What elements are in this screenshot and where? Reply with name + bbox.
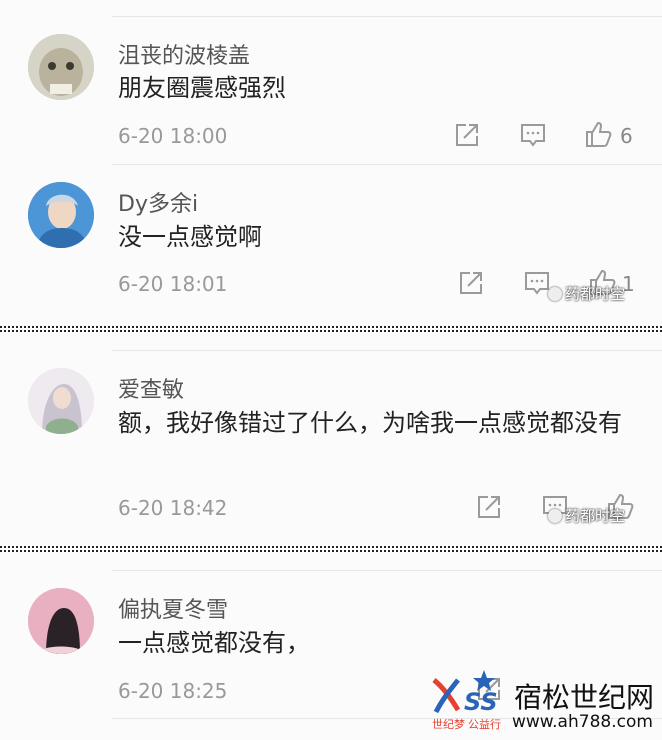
comment-timestamp: 6-20 18:01 xyxy=(118,272,228,296)
share-icon[interactable] xyxy=(476,494,502,520)
avatar-image xyxy=(28,182,94,248)
comment-text: 没一点感觉啊 xyxy=(118,223,262,251)
like-icon[interactable] xyxy=(584,120,612,148)
wechat-icon xyxy=(548,509,562,523)
avatar[interactable] xyxy=(28,368,94,434)
comment-timestamp: 6-20 18:25 xyxy=(118,679,228,703)
avatar-image xyxy=(28,368,94,434)
comment-icon[interactable] xyxy=(520,122,546,148)
avatar-image xyxy=(28,34,94,100)
share-icon[interactable] xyxy=(458,270,484,296)
share-icon[interactable] xyxy=(454,122,480,148)
avatar[interactable] xyxy=(28,182,94,248)
watermark: 药都时空 xyxy=(548,283,625,304)
divider xyxy=(112,350,662,351)
wechat-icon xyxy=(548,287,562,301)
brand-name: 宿松世纪网 xyxy=(514,681,655,714)
comment-timestamp: 6-20 18:00 xyxy=(118,124,228,148)
divider xyxy=(112,16,662,17)
like-count: 6 xyxy=(620,124,633,148)
brand-tag-1: 世纪梦 xyxy=(432,718,465,731)
comment-text: 朋友圈震感强烈 xyxy=(118,74,286,102)
comment-timestamp: 6-20 18:42 xyxy=(118,496,228,520)
comment-section-1 xyxy=(0,0,662,326)
avatar[interactable] xyxy=(28,588,94,654)
site-brand-watermark: SS 世纪梦 公益行 宿松世纪网 www.ah788.com xyxy=(428,668,662,740)
brand-logo-letters: SS xyxy=(464,688,498,716)
divider xyxy=(112,570,662,571)
brand-url[interactable]: www.ah788.com xyxy=(512,712,653,732)
watermark: 药都时空 xyxy=(548,505,625,526)
comment-username[interactable]: 爱查敏 xyxy=(118,372,184,404)
comment-username[interactable]: Dy多余i xyxy=(118,186,198,218)
comment-username[interactable]: 偏执夏冬雪 xyxy=(118,592,228,624)
avatar[interactable] xyxy=(28,34,94,100)
comment-text: 额，我好像错过了什么，为啥我一点感觉都没有 xyxy=(118,409,622,437)
divider xyxy=(112,164,662,165)
comment-text: 一点感觉都没有， xyxy=(118,629,310,657)
avatar-image xyxy=(28,588,94,654)
comment-username[interactable]: 沮丧的波棱盖 xyxy=(118,38,250,70)
comment-icon[interactable] xyxy=(524,270,550,296)
brand-tag-2: 公益行 xyxy=(468,718,501,731)
